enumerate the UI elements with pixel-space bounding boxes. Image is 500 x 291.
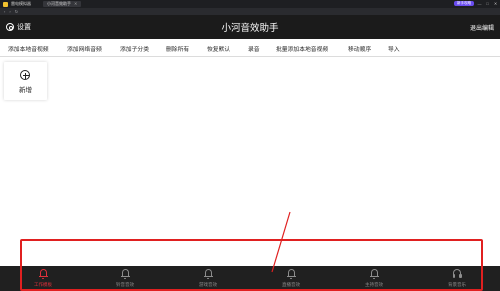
emulator-tab-label: 小河音效助手 bbox=[47, 1, 71, 6]
headphones-icon bbox=[452, 269, 462, 279]
menu-item-add-local-media[interactable]: 添加本地音视频 bbox=[8, 44, 49, 53]
bell-icon bbox=[203, 269, 213, 279]
nav-tab-label: 背景音乐 bbox=[448, 282, 466, 287]
app-header: 设置 小河音效助手 退出编辑 bbox=[0, 15, 500, 39]
emulator-toolbar: ‹ › ↻ bbox=[0, 8, 500, 15]
page-title: 小河音效助手 bbox=[221, 23, 279, 34]
nav-tab-background-music[interactable]: 背景音乐 bbox=[437, 269, 477, 288]
menu-item-add-subcategory[interactable]: 添加子分类 bbox=[120, 44, 149, 53]
nav-tab-ringtone-effects[interactable]: 铃音音效 bbox=[105, 269, 145, 288]
nav-tab-label: 主持音效 bbox=[365, 282, 383, 287]
emulator-tab[interactable]: 小河音效助手 ✕ bbox=[43, 1, 82, 7]
menu-item-add-network-audio[interactable]: 添加网络音频 bbox=[67, 44, 102, 53]
action-menu: 添加本地音视频 添加网络音频 添加子分类 删除所有 恢复默认 录音 批量添加本地… bbox=[0, 39, 500, 57]
nav-tab-label: 工作模板 bbox=[34, 282, 52, 287]
menu-item-import[interactable]: 导入 bbox=[388, 44, 400, 53]
guide-badge[interactable]: 新手攻略 bbox=[454, 1, 474, 6]
app-window: 雷电模拟器 小河音效助手 ✕ 新手攻略 — □ ✕ ‹ › ↻ 设置 小河音效助… bbox=[0, 0, 500, 291]
bell-icon bbox=[120, 269, 130, 279]
emulator-name: 雷电模拟器 bbox=[11, 1, 31, 6]
nav-tab-work-template[interactable]: 工作模板 bbox=[23, 269, 63, 288]
nav-tab-game-effects[interactable]: 游戏音效 bbox=[188, 269, 228, 288]
forward-arrow-icon[interactable]: › bbox=[9, 9, 10, 14]
menu-item-delete-all[interactable]: 删除所有 bbox=[166, 44, 189, 53]
close-icon[interactable]: ✕ bbox=[493, 1, 498, 6]
plus-circle-icon bbox=[20, 70, 30, 80]
nav-tab-label: 游戏音效 bbox=[199, 282, 217, 287]
nav-tab-label: 铃音音效 bbox=[116, 282, 134, 287]
add-new-tile[interactable]: 新增 bbox=[4, 62, 47, 100]
nav-tab-label: 直播音效 bbox=[282, 282, 300, 287]
bell-icon bbox=[38, 269, 48, 279]
minimize-icon[interactable]: — bbox=[477, 1, 482, 6]
refresh-icon[interactable]: ↻ bbox=[15, 9, 18, 14]
exit-edit-button[interactable]: 退出编辑 bbox=[470, 23, 494, 32]
tab-close-icon[interactable]: ✕ bbox=[74, 1, 77, 7]
add-new-label: 新增 bbox=[19, 87, 32, 94]
menu-item-record[interactable]: 录音 bbox=[248, 44, 260, 53]
back-arrow-icon[interactable]: ‹ bbox=[4, 9, 5, 14]
menu-item-restore-default[interactable]: 恢复默认 bbox=[207, 44, 230, 53]
bottom-nav: 工作模板 铃音音效 游戏音效 直播音效 主持音效 背景音乐 bbox=[0, 266, 500, 291]
bell-icon bbox=[286, 269, 296, 279]
nav-tab-host-effects[interactable]: 主持音效 bbox=[354, 269, 394, 288]
emulator-controls: 新手攻略 — □ ✕ bbox=[454, 1, 498, 6]
nav-tab-live-effects[interactable]: 直播音效 bbox=[271, 269, 311, 288]
menu-item-move-order[interactable]: 移动顺序 bbox=[348, 44, 371, 53]
menu-item-batch-add-local-media[interactable]: 批量添加本地音视频 bbox=[276, 44, 328, 53]
bell-icon bbox=[369, 269, 379, 279]
emulator-logo-icon bbox=[3, 1, 8, 7]
maximize-icon[interactable]: □ bbox=[485, 1, 490, 6]
emulator-title-bar: 雷电模拟器 小河音效助手 ✕ 新手攻略 — □ ✕ bbox=[0, 0, 500, 8]
